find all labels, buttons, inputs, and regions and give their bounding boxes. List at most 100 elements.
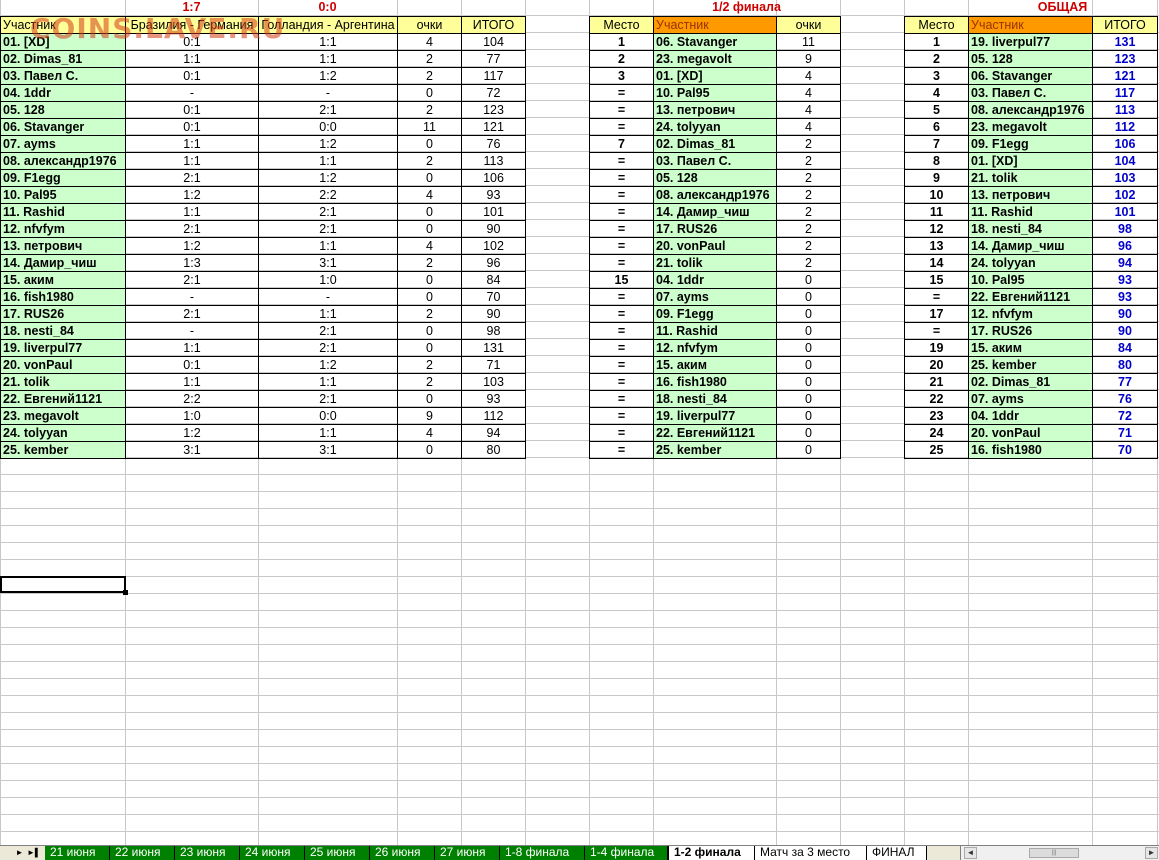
participant-cell[interactable]: 11. Rashid (968, 203, 1093, 221)
place-cell[interactable]: 21 (904, 373, 969, 391)
place-cell[interactable]: = (904, 322, 969, 340)
place-cell[interactable]: 23 (904, 407, 969, 425)
points-cell[interactable]: 4 (776, 101, 841, 119)
participant-cell[interactable]: 12. nfvfym (968, 305, 1093, 323)
sheet-tab[interactable]: 27 июня (435, 846, 500, 860)
score-cell[interactable]: 90 (461, 220, 526, 238)
place-cell[interactable]: = (589, 101, 654, 119)
points-cell[interactable]: 4 (776, 84, 841, 102)
participant-cell[interactable]: 22. Евгений1121 (0, 390, 126, 408)
next-sheet-icon[interactable]: ► (14, 846, 25, 860)
place-cell[interactable]: 8 (904, 152, 969, 170)
score-cell[interactable]: 104 (461, 33, 526, 51)
scroll-right-icon[interactable]: ► (1145, 847, 1158, 859)
score-cell[interactable]: 1:2 (125, 237, 259, 255)
score-cell[interactable]: - (258, 84, 398, 102)
place-cell[interactable]: = (589, 339, 654, 357)
score-cell[interactable]: 1:1 (258, 373, 398, 391)
overall-header-0[interactable]: Место (904, 16, 969, 34)
participant-cell[interactable]: 06. Stavanger (653, 33, 777, 51)
total-cell[interactable]: 101 (1092, 203, 1158, 221)
place-cell[interactable]: = (589, 84, 654, 102)
place-cell[interactable]: = (589, 237, 654, 255)
place-cell[interactable]: 3 (589, 67, 654, 85)
score-cell[interactable]: 4 (397, 33, 462, 51)
score-cell[interactable]: 0:1 (125, 67, 259, 85)
participant-cell[interactable]: 03. Павел С. (0, 67, 126, 85)
score-cell[interactable]: - (258, 288, 398, 306)
place-cell[interactable]: 10 (904, 186, 969, 204)
total-cell[interactable]: 71 (1092, 424, 1158, 442)
score-cell[interactable]: 2:1 (125, 220, 259, 238)
sheet-tab[interactable]: 22 июня (110, 846, 175, 860)
participant-cell[interactable]: 03. Павел С. (653, 152, 777, 170)
place-cell[interactable]: = (589, 152, 654, 170)
score-cell[interactable]: 2 (397, 67, 462, 85)
score-cell[interactable]: 103 (461, 373, 526, 391)
total-cell[interactable]: 94 (1092, 254, 1158, 272)
score-cell[interactable]: 1:1 (258, 424, 398, 442)
place-cell[interactable]: = (589, 356, 654, 374)
score-cell[interactable]: 9 (397, 407, 462, 425)
participant-cell[interactable]: 10. Pal95 (968, 271, 1093, 289)
total-cell[interactable]: 131 (1092, 33, 1158, 51)
score-cell[interactable]: 0 (397, 220, 462, 238)
participant-cell[interactable]: 15. аким (968, 339, 1093, 357)
score-cell[interactable]: 1:1 (125, 373, 259, 391)
place-cell[interactable]: = (589, 441, 654, 459)
score-cell[interactable]: 1:1 (258, 152, 398, 170)
sheet-tab[interactable]: 1-8 финала (500, 846, 585, 860)
place-cell[interactable]: 4 (904, 84, 969, 102)
participant-cell[interactable]: 17. RUS26 (0, 305, 126, 323)
score-cell[interactable]: 1:0 (258, 271, 398, 289)
total-cell[interactable]: 104 (1092, 152, 1158, 170)
place-cell[interactable]: = (589, 254, 654, 272)
points-cell[interactable]: 0 (776, 305, 841, 323)
participant-cell[interactable]: 12. nfvfym (0, 220, 126, 238)
participant-cell[interactable]: 16. fish1980 (0, 288, 126, 306)
place-cell[interactable]: = (589, 220, 654, 238)
horizontal-scrollbar[interactable]: ◄ ► ||| (960, 846, 1159, 860)
score-cell[interactable]: 1:1 (258, 305, 398, 323)
score-cell[interactable]: 0 (397, 169, 462, 187)
points-cell[interactable]: 2 (776, 203, 841, 221)
total-cell[interactable]: 70 (1092, 441, 1158, 459)
place-cell[interactable]: 2 (589, 50, 654, 68)
score-cell[interactable]: 2:1 (258, 322, 398, 340)
points-cell[interactable]: 0 (776, 288, 841, 306)
participant-cell[interactable]: 16. fish1980 (968, 441, 1093, 459)
score-cell[interactable]: 2 (397, 305, 462, 323)
total-cell[interactable]: 93 (1092, 288, 1158, 306)
score-cell[interactable]: 1:1 (125, 203, 259, 221)
score-cell[interactable]: 3:1 (258, 254, 398, 272)
participant-cell[interactable]: 19. liverpul77 (0, 339, 126, 357)
participant-cell[interactable]: 08. александр1976 (0, 152, 126, 170)
participant-cell[interactable]: 19. liverpul77 (968, 33, 1093, 51)
score-cell[interactable]: 93 (461, 390, 526, 408)
participant-cell[interactable]: 02. Dimas_81 (968, 373, 1093, 391)
score-cell[interactable]: 2 (397, 101, 462, 119)
total-cell[interactable]: 84 (1092, 339, 1158, 357)
place-cell[interactable]: = (589, 424, 654, 442)
sheet-tab[interactable]: 23 июня (175, 846, 240, 860)
score-cell[interactable]: 3:1 (258, 441, 398, 459)
place-cell[interactable]: 24 (904, 424, 969, 442)
overall-header-2[interactable]: ИТОГО (1092, 16, 1158, 34)
score-cell[interactable]: 4 (397, 186, 462, 204)
score-cell[interactable]: 101 (461, 203, 526, 221)
participant-cell[interactable]: 16. fish1980 (653, 373, 777, 391)
score-cell[interactable]: 2 (397, 356, 462, 374)
score-cell[interactable]: 0 (397, 271, 462, 289)
participant-cell[interactable]: 25. kember (968, 356, 1093, 374)
participant-cell[interactable]: 17. RUS26 (653, 220, 777, 238)
score-cell[interactable]: 1:2 (258, 67, 398, 85)
score-cell[interactable]: 1:1 (125, 135, 259, 153)
total-cell[interactable]: 106 (1092, 135, 1158, 153)
points-cell[interactable]: 2 (776, 152, 841, 170)
middle-header-1[interactable]: Участник (653, 16, 777, 34)
total-cell[interactable]: 117 (1092, 84, 1158, 102)
participant-cell[interactable]: 13. петрович (968, 186, 1093, 204)
participant-cell[interactable]: 13. петрович (0, 237, 126, 255)
score-cell[interactable]: 117 (461, 67, 526, 85)
total-cell[interactable]: 121 (1092, 67, 1158, 85)
